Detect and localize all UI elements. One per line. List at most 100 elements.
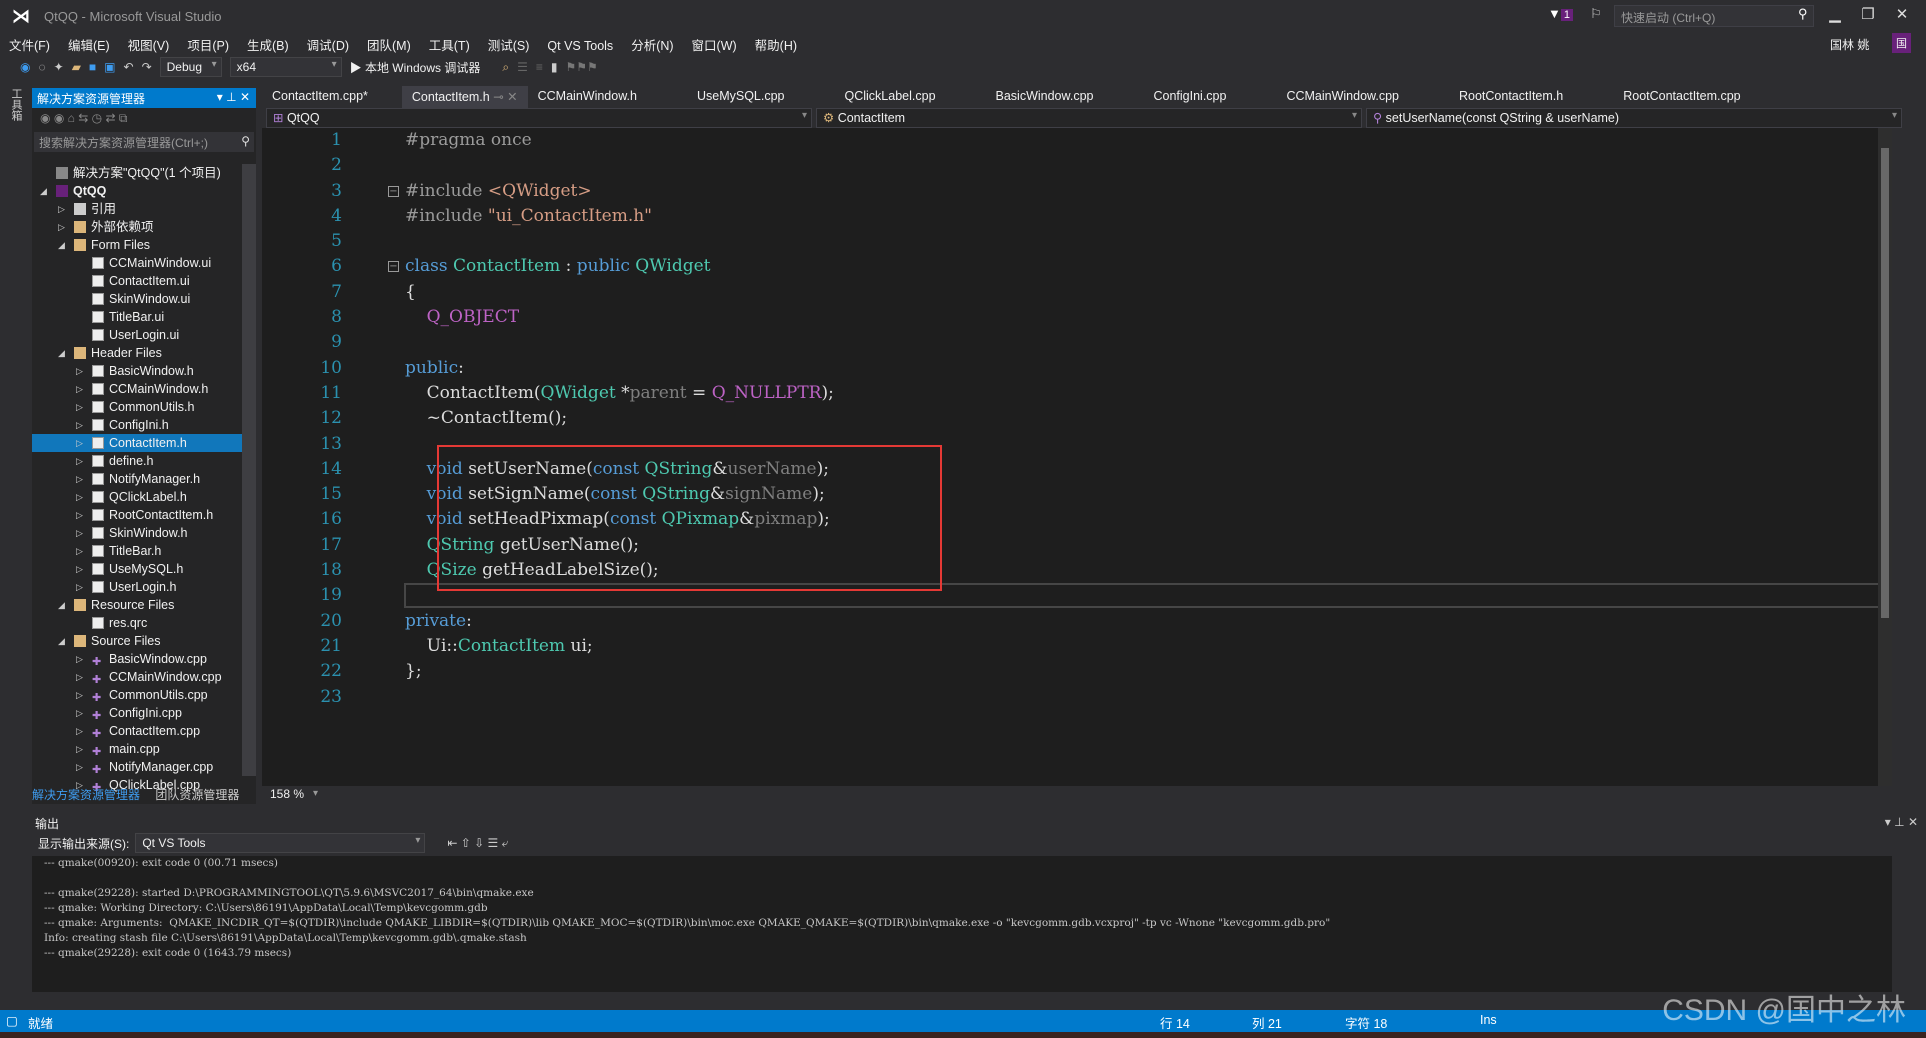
indent-icon[interactable]: ☰ (517, 60, 528, 74)
tree-item[interactable]: ◢ Source Files (32, 632, 242, 650)
tree-item[interactable]: ◢ Header Files (32, 344, 242, 362)
tree-item[interactable]: ◢ QtQQ (32, 182, 242, 200)
undo-icon[interactable]: ↶ (124, 60, 134, 74)
menu-item[interactable]: 调试(D) (298, 32, 358, 57)
tree-item[interactable]: ▷ UseMySQL.h (32, 560, 242, 578)
output-toolbar-icons[interactable]: ⇤ ⇧ ⇩ ☰ ⤶ (447, 836, 508, 851)
zoom-select[interactable]: 158 % (268, 787, 322, 801)
expand-arrow-icon[interactable]: ▷ (76, 686, 88, 704)
tab-rootcontactitem-cpp[interactable]: RootContactItem.cpp (1613, 86, 1750, 108)
menu-item[interactable]: 工具(T) (420, 32, 479, 57)
tree-item[interactable]: UserLogin.ui (32, 326, 242, 344)
menu-item[interactable]: 编辑(E) (59, 32, 119, 57)
tree-item[interactable]: ▷ UserLogin.h (32, 578, 242, 596)
tree-item[interactable]: ▷ ✚ CCMainWindow.cpp (32, 668, 242, 686)
toolbox-strip[interactable]: 工具箱 (0, 84, 30, 1008)
tab-solution-explorer[interactable]: 解决方案资源管理器 (32, 788, 140, 802)
tab-basicwindow-cpp[interactable]: BasicWindow.cpp (986, 86, 1104, 108)
expand-arrow-icon[interactable]: ▷ (76, 542, 88, 560)
search-icon[interactable]: ⚲ (241, 134, 250, 148)
home-icon[interactable]: ⌂ (68, 111, 75, 125)
comment-icon[interactable]: ≡ (536, 60, 543, 74)
filter-notification-icon[interactable]: ▼ 1 (1548, 6, 1573, 21)
panel-controls[interactable]: ▾ ⊥ ✕ (1885, 815, 1918, 829)
expand-arrow-icon[interactable]: ▷ (76, 380, 88, 398)
new-project-icon[interactable]: ✦ (54, 60, 64, 74)
tree-item[interactable]: ▷ NotifyManager.h (32, 470, 242, 488)
refresh-icon[interactable]: ⇄ (105, 111, 115, 125)
tab-rootcontactitem-h[interactable]: RootContactItem.h (1449, 86, 1573, 108)
tree-item[interactable]: CCMainWindow.ui (32, 254, 242, 272)
quick-launch-input[interactable]: 快速启动 (Ctrl+Q) (1614, 5, 1814, 27)
tree-item[interactable]: ▷ ✚ ConfigIni.cpp (32, 704, 242, 722)
menu-item[interactable]: 视图(V) (119, 32, 179, 57)
output-text[interactable]: --- qmake(00920): exit code 0 (00.71 mse… (32, 856, 1892, 992)
expand-arrow-icon[interactable]: ▷ (76, 758, 88, 776)
tree-item[interactable]: TitleBar.ui (32, 308, 242, 326)
save-icon[interactable]: ■ (89, 60, 96, 74)
expand-arrow-icon[interactable]: ▷ (76, 704, 88, 722)
tree-item[interactable]: res.qrc (32, 614, 242, 632)
expand-arrow-icon[interactable]: ◢ (58, 236, 70, 254)
tree-item[interactable]: ▷ 引用 (32, 200, 242, 218)
expand-arrow-icon[interactable]: ▷ (76, 434, 88, 452)
tree-item[interactable]: ▷ BasicWindow.h (32, 362, 242, 380)
tree-item[interactable]: ▷ ✚ ContactItem.cpp (32, 722, 242, 740)
expand-arrow-icon[interactable]: ◢ (58, 632, 70, 650)
editor-scrollbar[interactable] (1878, 128, 1892, 786)
panel-controls[interactable]: ▾ ⊥ ✕ (217, 90, 250, 104)
expand-arrow-icon[interactable]: ▷ (58, 200, 70, 218)
member-dropdown[interactable]: ⚲ setUserName(const QString & userName) (1366, 108, 1902, 128)
tree-item[interactable]: ◢ Resource Files (32, 596, 242, 614)
restore-button[interactable]: ❐ (1858, 5, 1878, 23)
expand-arrow-icon[interactable]: ◢ (40, 182, 52, 200)
expand-arrow-icon[interactable]: ▷ (76, 668, 88, 686)
tree-item[interactable]: ◢ Form Files (32, 236, 242, 254)
tree-item[interactable]: ▷ RootContactItem.h (32, 506, 242, 524)
redo-icon[interactable]: ↷ (142, 60, 152, 74)
close-button[interactable]: ✕ (1892, 5, 1912, 23)
open-icon[interactable]: ▰ (72, 60, 81, 74)
project-dropdown[interactable]: ⊞ QtQQ (266, 108, 812, 128)
expand-arrow-icon[interactable]: ▷ (76, 470, 88, 488)
tree-item[interactable]: ▷ define.h (32, 452, 242, 470)
tree-item[interactable]: ▷ 外部依赖项 (32, 218, 242, 236)
tree-item[interactable]: ▷ QClickLabel.h (32, 488, 242, 506)
tab-qclicklabel-cpp[interactable]: QClickLabel.cpp (835, 86, 946, 108)
tab-contactitem-h[interactable]: ContactItem.h ⊸ ✕ (401, 86, 528, 108)
sync-icon[interactable]: ⇆ (78, 111, 88, 125)
fold-toggle-icon[interactable]: − (388, 261, 399, 273)
tree-item[interactable]: ▷ CommonUtils.h (32, 398, 242, 416)
menu-item[interactable]: 项目(P) (178, 32, 238, 57)
start-debugging-button[interactable]: ▶ 本地 Windows 调试器 (350, 59, 481, 76)
back-icon[interactable]: ◉ (20, 60, 30, 74)
tree-item[interactable]: 解决方案"QtQQ"(1 个项目) (32, 164, 242, 182)
bookmark-icon[interactable]: ▮ (551, 60, 558, 74)
tab-ccmainwindow-h[interactable]: CCMainWindow.h (528, 86, 647, 108)
expand-arrow-icon[interactable]: ◢ (58, 596, 70, 614)
tree-item[interactable]: ▷ ContactItem.h (32, 434, 242, 452)
expand-arrow-icon[interactable]: ▷ (76, 722, 88, 740)
configuration-select[interactable]: Debug (159, 57, 222, 77)
menu-item[interactable]: 文件(F) (0, 32, 59, 57)
minimize-button[interactable]: ▁ (1825, 5, 1845, 23)
code-editor[interactable]: 1 #pragma once 2 3− #include <QWidget> 4 #incl… (262, 128, 1892, 786)
menu-item[interactable]: 帮助(H) (746, 32, 806, 57)
scroll-thumb[interactable] (1881, 148, 1889, 618)
menu-item[interactable]: 团队(M) (358, 32, 420, 57)
expand-arrow-icon[interactable]: ▷ (76, 398, 88, 416)
pending-changes-icon[interactable]: ◷ (92, 111, 102, 125)
back-icon[interactable]: ◉ (40, 111, 50, 125)
tree-item[interactable]: ▷ SkinWindow.h (32, 524, 242, 542)
tab-team-explorer[interactable]: 团队资源管理器 (155, 788, 239, 802)
tab-contactitem-cpp-[interactable]: ContactItem.cpp* (262, 86, 378, 108)
forward-icon[interactable]: ◉ (54, 111, 64, 125)
menu-item[interactable]: 生成(B) (238, 32, 298, 57)
toolbox-tab[interactable]: 工具箱 (8, 88, 24, 121)
tree-item[interactable]: ▷ ✚ CommonUtils.cpp (32, 686, 242, 704)
forward-icon[interactable]: ◌ (38, 60, 45, 74)
tree-item[interactable]: ▷ TitleBar.h (32, 542, 242, 560)
solution-scrollbar[interactable] (242, 164, 256, 776)
expand-arrow-icon[interactable]: ◢ (58, 344, 70, 362)
bookmark-nav-icon[interactable]: ⚑⚑⚑ (565, 60, 597, 74)
